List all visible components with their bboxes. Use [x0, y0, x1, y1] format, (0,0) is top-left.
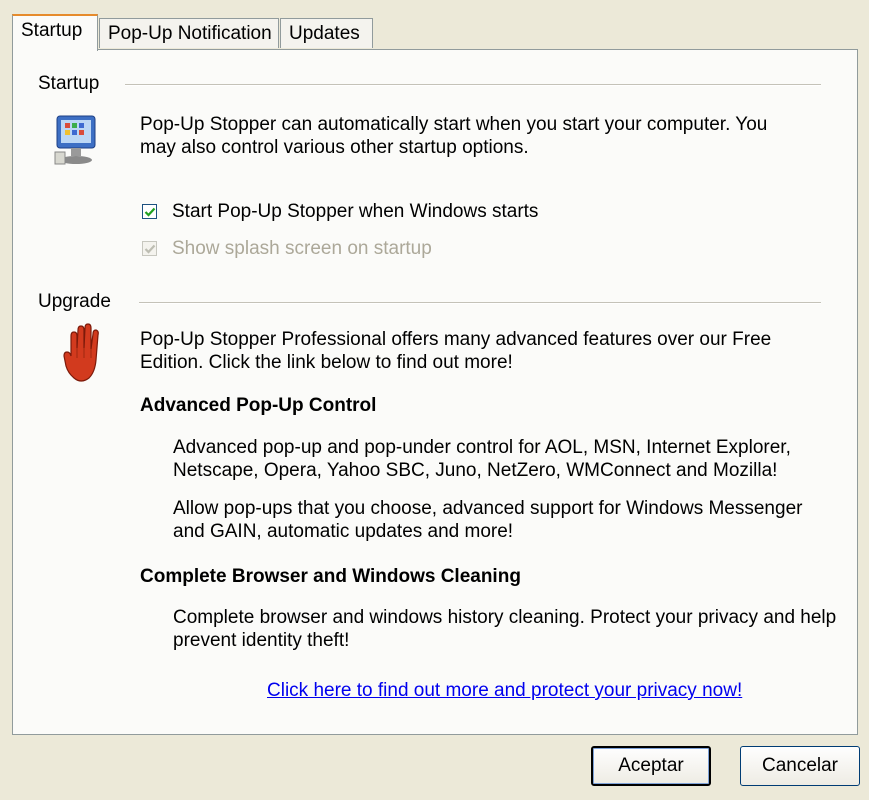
upgrade-link[interactable]: Click here to find out more and protect … — [267, 679, 742, 702]
startup-description-line1: Pop-Up Stopper can automatically start w… — [140, 114, 768, 135]
cancel-button[interactable]: Cancelar — [740, 746, 860, 786]
feature1-paragraph2-line1: Allow pop-ups that you choose, advanced … — [173, 498, 803, 519]
upgrade-description-line1: Pop-Up Stopper Professional offers many … — [140, 329, 772, 350]
ok-button[interactable]: Aceptar — [591, 746, 711, 786]
monitor-computer-icon — [51, 112, 101, 168]
show-splash-label: Show splash screen on startup — [172, 238, 432, 259]
feature1-paragraph1-line1: Advanced pop-up and pop-under control fo… — [173, 437, 791, 458]
feature2-paragraph-line1: Complete browser and windows history cle… — [173, 607, 837, 628]
upgrade-heading: Upgrade — [38, 291, 111, 312]
feature1-paragraph1-line2: Netscape, Opera, Yahoo SBC, Juno, NetZer… — [173, 460, 778, 481]
feature1-title: Advanced Pop-Up Control — [140, 395, 377, 416]
startup-description-line2: may also control various other startup o… — [140, 137, 529, 158]
start-with-windows-label[interactable]: Start Pop-Up Stopper when Windows starts — [172, 201, 538, 223]
startup-divider — [125, 84, 821, 86]
tab-startup[interactable]: Startup — [12, 14, 98, 51]
checkmark-icon — [144, 244, 156, 254]
red-hand-stop-icon — [63, 322, 103, 384]
tab-panel-startup: Startup Pop-Up Stopper can automatically… — [12, 49, 858, 735]
start-with-windows-checkbox[interactable] — [142, 204, 157, 219]
tab-popup-notification[interactable]: Pop-Up Notification — [99, 18, 279, 48]
show-splash-checkbox — [142, 241, 157, 256]
feature2-title: Complete Browser and Windows Cleaning — [140, 566, 521, 587]
tab-updates[interactable]: Updates — [280, 18, 373, 48]
checkmark-icon — [144, 207, 156, 217]
feature2-paragraph-line2: prevent identity theft! — [173, 630, 350, 651]
startup-heading: Startup — [38, 73, 100, 94]
feature1-paragraph2-line2: and GAIN, automatic updates and more! — [173, 521, 514, 542]
upgrade-description-line2: Edition. Click the link below to find ou… — [140, 352, 513, 373]
upgrade-divider — [139, 302, 821, 304]
